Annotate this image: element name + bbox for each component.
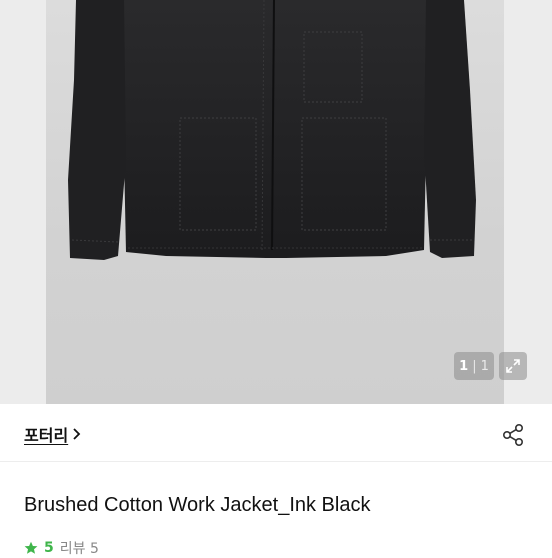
expand-icon <box>506 359 520 373</box>
product-image[interactable] <box>46 0 504 404</box>
shop-name[interactable]: 포터리 <box>24 422 68 446</box>
expand-image-button[interactable] <box>499 352 527 380</box>
image-counter: 1 | 1 <box>454 352 494 380</box>
shop-row: 포터리 <box>0 404 552 462</box>
product-image-gallery[interactable]: 1 | 1 <box>0 0 552 404</box>
share-icon[interactable] <box>499 421 527 449</box>
jacket-photo <box>68 0 476 260</box>
review-count[interactable]: 리뷰 5 <box>60 538 99 558</box>
image-counter-current: 1 <box>459 358 469 374</box>
image-counter-separator: | <box>472 358 477 374</box>
shop-link[interactable]: 포터리 <box>24 422 82 446</box>
star-icon <box>24 541 38 554</box>
image-counter-total: 1 <box>480 358 489 374</box>
rating-score: 5 <box>44 540 54 556</box>
rating-row[interactable]: 5 리뷰 5 <box>24 538 99 558</box>
product-title: Brushed Cotton Work Jacket_Ink Black <box>24 494 371 516</box>
chevron-right-icon <box>73 428 81 440</box>
